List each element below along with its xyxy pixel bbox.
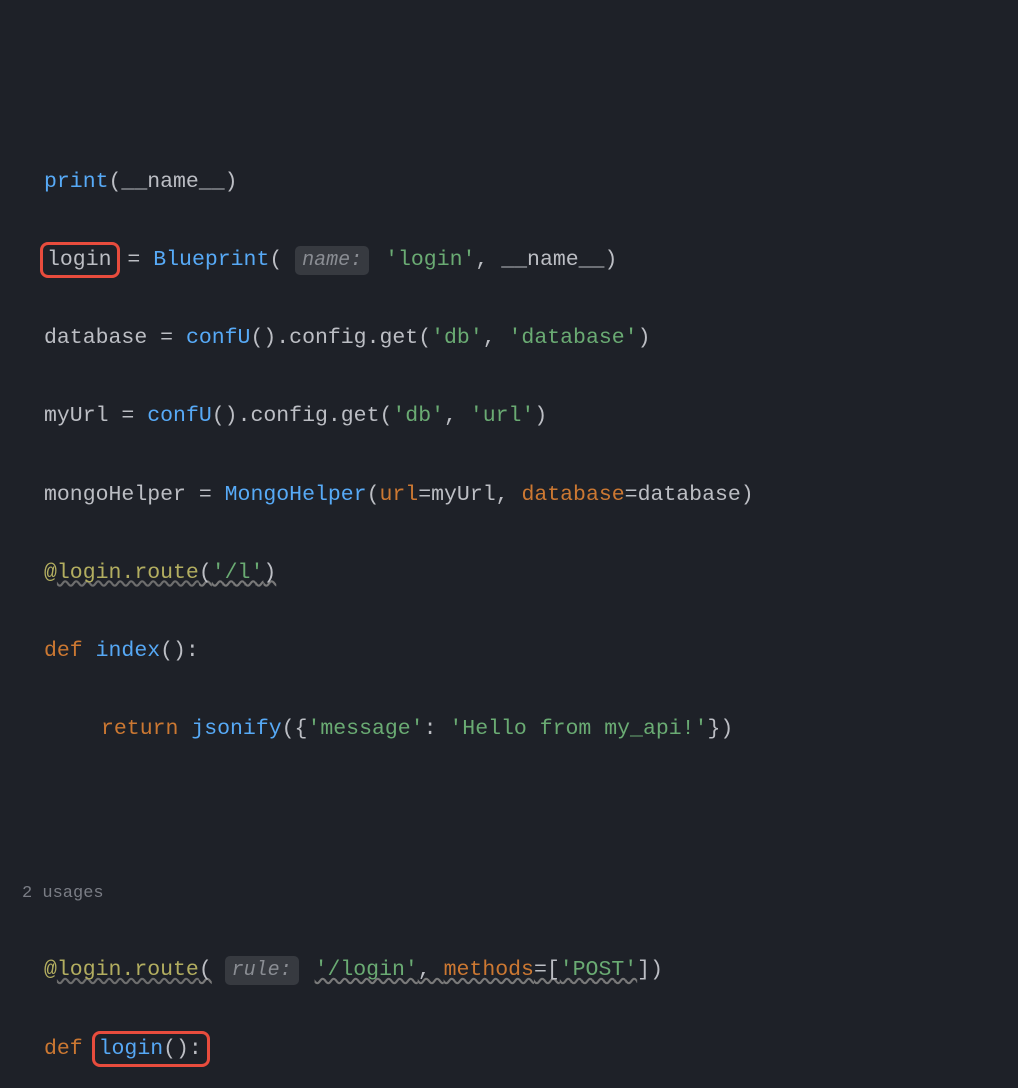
keyword-return: return <box>101 717 191 741</box>
string-route-login: '/login' <box>315 958 418 982</box>
paren-open: ( <box>367 483 380 507</box>
call-jsonify: jsonify <box>191 717 281 741</box>
call-chain: () <box>212 404 238 428</box>
config-get: .config.get <box>238 404 380 428</box>
comma: , <box>418 958 444 982</box>
comma: , <box>483 326 509 350</box>
arg-database: database <box>638 483 741 507</box>
keyword-def: def <box>44 1037 96 1061</box>
paren-open: ( <box>380 404 393 428</box>
string-url: 'url' <box>470 404 535 428</box>
keyword-def: def <box>44 639 96 663</box>
func-name-index: index <box>96 639 161 663</box>
var-mongohelper: mongoHelper <box>44 483 186 507</box>
paren-close: ) <box>638 326 651 350</box>
code-line-6-decorator[interactable]: @login.route('/l') <box>0 554 1018 593</box>
call-chain: () <box>250 326 276 350</box>
paren-close: ) <box>225 170 238 194</box>
code-line-1[interactable]: print(__name__) <box>0 163 1018 202</box>
code-line-3[interactable]: database = confU().config.get('db', 'dat… <box>0 319 1018 358</box>
paren-open: ( <box>269 248 282 272</box>
string-database: 'database' <box>509 326 638 350</box>
builtin-print: print <box>44 170 109 194</box>
code-line-8-return[interactable]: return jsonify({'message': 'Hello from m… <box>0 710 1018 749</box>
decorator-login-route: login.route <box>57 958 199 982</box>
comma: , <box>496 483 522 507</box>
paren-close: ) <box>263 561 276 585</box>
equals-sign: = <box>418 483 431 507</box>
paren-open: ( <box>199 561 212 585</box>
equals: = <box>186 483 225 507</box>
paren-open: ( <box>109 170 122 194</box>
paren-open: ( <box>199 958 212 982</box>
string-route-l: '/l' <box>212 561 264 585</box>
paren-close: ) <box>604 248 617 272</box>
string-message-key: 'message' <box>307 717 423 741</box>
equals-sign: = <box>625 483 638 507</box>
code-line-blank[interactable] <box>0 789 1018 828</box>
string-hello-val: 'Hello from my_api!' <box>449 717 707 741</box>
code-line-7-def[interactable]: def index(): <box>0 632 1018 671</box>
kwarg-url: url <box>380 483 419 507</box>
config-get: .config.get <box>276 326 418 350</box>
equals: = <box>109 404 148 428</box>
dunder-name: __name__ <box>121 170 224 194</box>
equals: = <box>115 248 154 272</box>
call-confu: confU <box>147 404 212 428</box>
colon: : <box>424 717 450 741</box>
comma: , <box>444 404 470 428</box>
equals: = <box>147 326 186 350</box>
brace-paren-close: }) <box>707 717 733 741</box>
decorator-at: @ <box>44 561 57 585</box>
code-line-5[interactable]: mongoHelper = MongoHelper(url=myUrl, dat… <box>0 476 1018 515</box>
class-mongohelper: MongoHelper <box>225 483 367 507</box>
kwarg-methods: methods <box>444 958 534 982</box>
var-database: database <box>44 326 147 350</box>
paren-colon: (): <box>160 639 199 663</box>
paren-close: ) <box>534 404 547 428</box>
var-myurl: myUrl <box>44 404 109 428</box>
string-post: 'POST' <box>560 958 637 982</box>
dunder-name: __name__ <box>501 248 604 272</box>
code-line-4[interactable]: myUrl = confU().config.get('db', 'url') <box>0 397 1018 436</box>
call-confu: confU <box>186 326 251 350</box>
kwarg-database: database <box>521 483 624 507</box>
paren-open: ( <box>418 326 431 350</box>
decorator-at: @ <box>44 958 57 982</box>
param-hint-name: name: <box>295 246 369 275</box>
comma: , <box>475 248 501 272</box>
class-blueprint: Blueprint <box>153 248 269 272</box>
param-hint-rule: rule: <box>225 956 299 985</box>
arg-myurl: myUrl <box>431 483 496 507</box>
highlight-box-login-func: login(): <box>92 1031 210 1067</box>
string-db: 'db' <box>392 404 444 428</box>
code-line-9-decorator[interactable]: @login.route( rule: '/login', methods=['… <box>0 951 1018 990</box>
string-db: 'db' <box>431 326 483 350</box>
paren-brace-open: ({ <box>282 717 308 741</box>
bracket-paren-close: ]) <box>637 958 663 982</box>
paren-close: ) <box>741 483 754 507</box>
paren-colon: (): <box>163 1037 202 1061</box>
func-name-login: login <box>99 1037 164 1061</box>
equals-bracket: =[ <box>534 958 560 982</box>
var-login: login <box>47 248 112 272</box>
usages-inlay-hint[interactable]: 2 usages <box>0 875 1018 912</box>
code-line-10-def[interactable]: def login(): <box>0 1030 1018 1069</box>
highlight-box-login-var: login <box>40 242 120 278</box>
code-line-2[interactable]: login = Blueprint( name: 'login', __name… <box>0 241 1018 280</box>
string-login: 'login' <box>385 248 475 272</box>
decorator-login-route: login.route <box>57 561 199 585</box>
